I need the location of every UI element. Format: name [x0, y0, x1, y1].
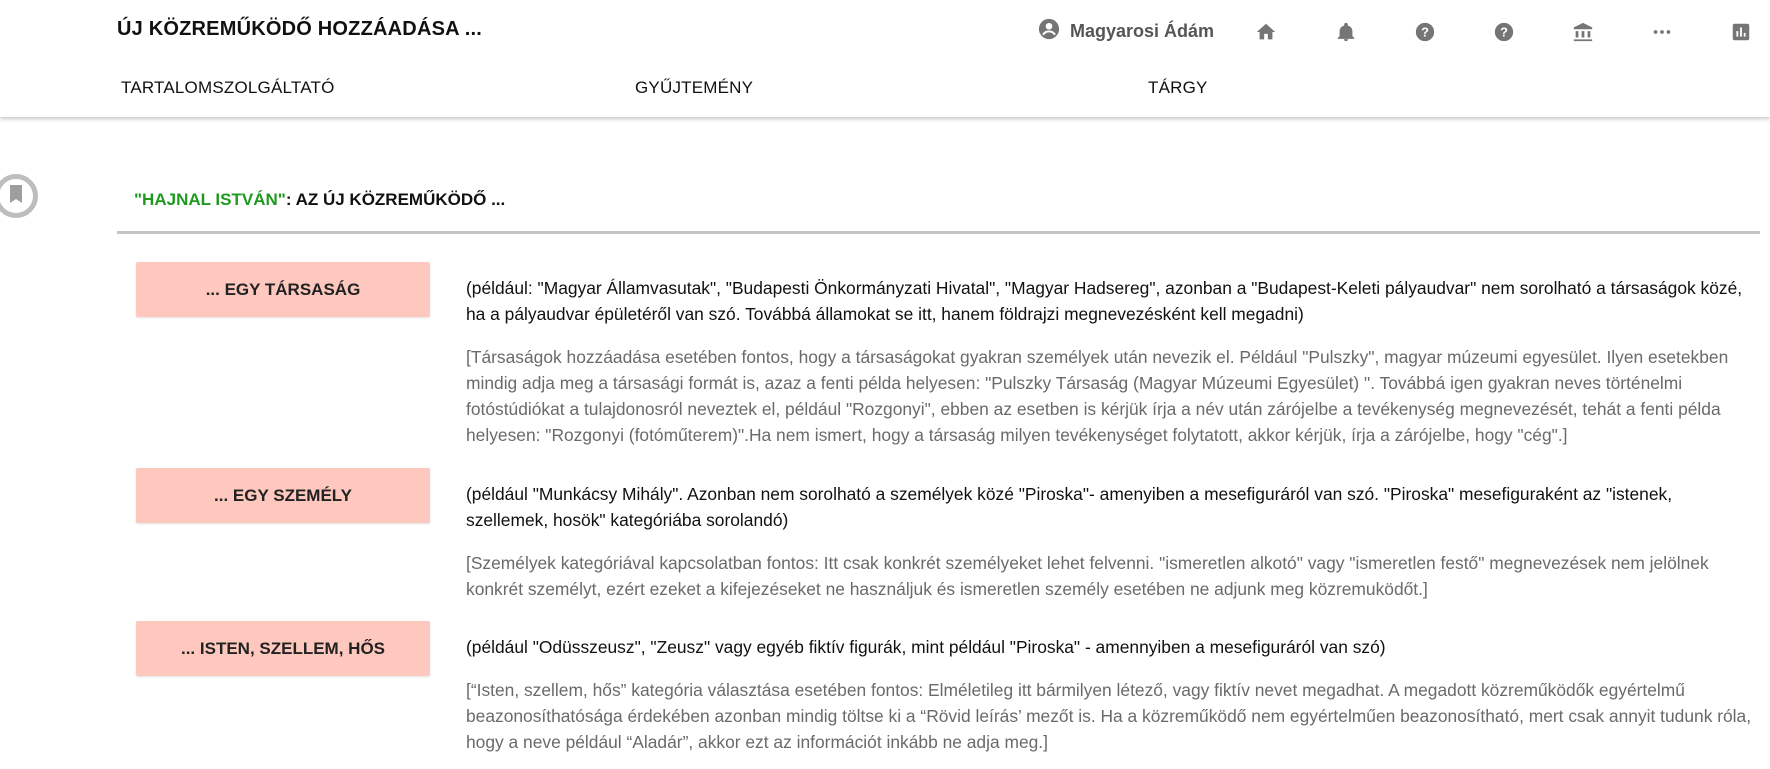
god-spirit-hero-button[interactable]: ... ISTEN, SZELLEM, HŐS — [136, 621, 430, 676]
contributor-name: "HAJNAL ISTVÁN" — [134, 190, 286, 209]
account-circle-icon — [1038, 18, 1060, 45]
top-app-bar: ÚJ KÖZREMŰKÖDŐ HOZZÁADÁSA ... Magyarosi … — [0, 0, 1770, 117]
company-note: [Társaságok hozzáadása esetében fontos, … — [466, 347, 1729, 445]
bookmark-button[interactable] — [0, 174, 38, 218]
user-name: Magyarosi Ádám — [1070, 20, 1215, 41]
person-button[interactable]: ... EGY SZEMÉLY — [136, 468, 430, 523]
page-title: ÚJ KÖZREMŰKÖDŐ HOZZÁADÁSA ... — [117, 18, 483, 40]
tab-tartalomszolgaltato[interactable]: TARTALOMSZOLGÁLTATÓ — [121, 78, 335, 98]
god-spirit-hero-note: [“Isten, szellem, hős” kategória választ… — [466, 680, 1752, 752]
help-icon-2[interactable]: ? — [1492, 20, 1516, 44]
tab-bar: TARTALOMSZOLGÁLTATÓ GYŰJTEMÉNY TÁRGY — [0, 72, 1770, 102]
company-description: (például: "Magyar Államvasutak", "Budape… — [466, 278, 1743, 324]
chart-icon[interactable] — [1729, 20, 1753, 44]
bell-icon[interactable] — [1334, 20, 1358, 44]
svg-text:?: ? — [1500, 25, 1508, 40]
home-icon[interactable] — [1254, 20, 1278, 44]
company-button[interactable]: ... EGY TÁRSASÁG — [136, 262, 430, 317]
tab-targy[interactable]: TÁRGY — [1148, 78, 1208, 98]
bookmark-icon — [8, 184, 24, 209]
institution-icon[interactable] — [1571, 20, 1595, 44]
more-icon[interactable] — [1650, 20, 1674, 44]
heading-text: : AZ ÚJ KÖZREMŰKÖDŐ ... — [285, 190, 506, 209]
svg-text:?: ? — [1421, 25, 1429, 40]
god-spirit-hero-description: (például "Odüsszeusz", "Zeusz" vagy egyé… — [466, 637, 1386, 657]
section-heading: "HAJNAL ISTVÁN": AZ ÚJ KÖZREMŰKÖDŐ ... — [134, 190, 505, 210]
tab-gyujtemeny[interactable]: GYŰJTEMÉNY — [635, 78, 753, 98]
help-icon[interactable]: ? — [1413, 20, 1437, 44]
person-description: (például "Munkácsy Mihály". Azonban nem … — [466, 484, 1673, 530]
divider — [117, 231, 1760, 234]
user-menu[interactable]: Magyarosi Ádám — [1038, 18, 1214, 44]
person-note: [Személyek kategóriával kapcsolatban fon… — [466, 553, 1709, 599]
